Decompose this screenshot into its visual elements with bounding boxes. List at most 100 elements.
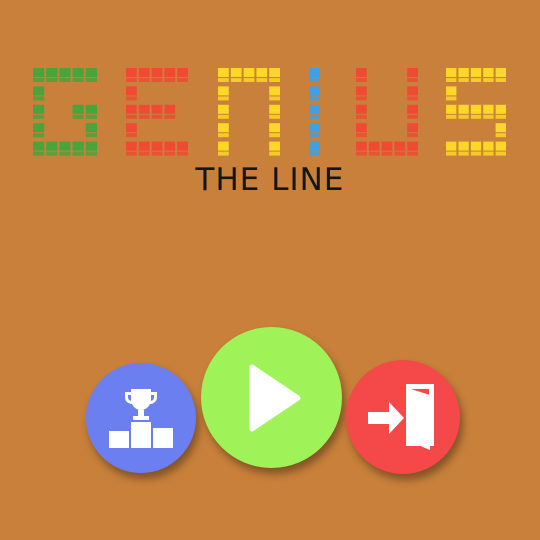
logo-segment [59, 151, 71, 156]
logo-segment [126, 151, 137, 156]
logo-segment [269, 123, 280, 133]
logo-segment [310, 68, 320, 77]
logo-segment [407, 96, 418, 101]
logo-segment [72, 104, 84, 114]
logo-segment [269, 133, 280, 138]
logo-segment [446, 68, 457, 77]
logo-segment [138, 104, 150, 114]
subtitle: THE LINE [195, 162, 345, 198]
logo-segment [151, 114, 163, 119]
logo-segment [356, 96, 367, 101]
logo-segment [458, 68, 469, 77]
logo-segment [85, 151, 97, 156]
logo-segment [446, 96, 457, 101]
logo-letter-u [356, 68, 418, 156]
play-icon [249, 364, 300, 431]
logo-segment [458, 114, 469, 119]
logo-segment [470, 114, 482, 119]
logo-segment [164, 151, 176, 156]
logo-segment [356, 133, 367, 138]
logo-segment [126, 96, 137, 101]
logo-segment [407, 86, 418, 96]
logo-segment [72, 151, 84, 156]
logo-segment [310, 141, 320, 151]
logo-segment [33, 151, 45, 156]
logo-segment [164, 68, 176, 77]
logo-segment [138, 114, 150, 119]
logo-segment [356, 123, 367, 133]
logo-segment [230, 68, 242, 77]
logo-segment [269, 96, 280, 101]
logo-segment [483, 151, 494, 156]
exit-button[interactable] [346, 360, 460, 474]
logo-segment [151, 78, 163, 82]
logo-segment [269, 151, 280, 156]
logo-segment [495, 68, 506, 77]
logo-segment [407, 141, 418, 151]
logo-segment [72, 141, 84, 151]
logo-segment [407, 114, 418, 119]
logo-segment [483, 141, 494, 151]
logo-segment [269, 86, 280, 96]
logo-segment [495, 114, 506, 119]
logo-segment [470, 151, 482, 156]
logo-segment [46, 68, 58, 77]
logo-segment [85, 78, 97, 82]
logo-segment [495, 141, 506, 151]
logo-segment [356, 68, 367, 77]
logo-segment [243, 68, 255, 77]
logo-segment [126, 78, 137, 82]
leaderboard-button[interactable] [86, 363, 196, 473]
logo-segment [218, 141, 229, 151]
exit-door-icon [368, 384, 434, 450]
logo-segment [368, 151, 380, 156]
logo-segment [458, 141, 469, 151]
logo-segment [407, 151, 418, 156]
logo-segment [126, 133, 137, 138]
logo-segment [310, 96, 320, 101]
logo-segment [483, 68, 494, 77]
logo-segment [164, 104, 176, 114]
logo-letter-e [126, 68, 188, 156]
logo-segment [33, 68, 45, 77]
play-button[interactable] [201, 327, 342, 468]
logo-segment [151, 104, 163, 114]
logo-letter-i [310, 68, 320, 156]
logo-segment [33, 104, 45, 114]
logo-segment [151, 151, 163, 156]
logo-segment [218, 68, 229, 77]
logo-segment [470, 78, 482, 82]
logo-segment [407, 133, 418, 138]
logo-segment [256, 68, 268, 77]
logo-segment [85, 114, 97, 119]
logo-segment [126, 104, 137, 114]
logo-segment [218, 96, 229, 101]
logo-segment [310, 86, 320, 96]
logo-segment [269, 78, 280, 82]
logo-segment [177, 141, 188, 151]
logo-segment [85, 133, 97, 138]
logo-segment [46, 141, 58, 151]
logo-segment [218, 151, 229, 156]
logo-segment [177, 78, 188, 82]
logo-segment [483, 78, 494, 82]
logo-segment [458, 78, 469, 82]
logo-segment [126, 114, 137, 119]
logo-segment [495, 104, 506, 114]
logo-segment [368, 141, 380, 151]
logo-segment [164, 141, 176, 151]
logo-segment [33, 133, 45, 138]
logo-segment [483, 104, 494, 114]
logo-segment [269, 104, 280, 114]
logo-segment [126, 123, 137, 133]
logo-segment [126, 86, 137, 96]
logo-segment [85, 141, 97, 151]
logo-segment [458, 151, 469, 156]
logo-segment [407, 104, 418, 114]
logo-segment [310, 133, 320, 138]
logo-segment [72, 68, 84, 77]
logo-segment [446, 104, 457, 114]
logo-segment [446, 151, 457, 156]
logo-segment [59, 68, 71, 77]
logo-segment [381, 141, 393, 151]
